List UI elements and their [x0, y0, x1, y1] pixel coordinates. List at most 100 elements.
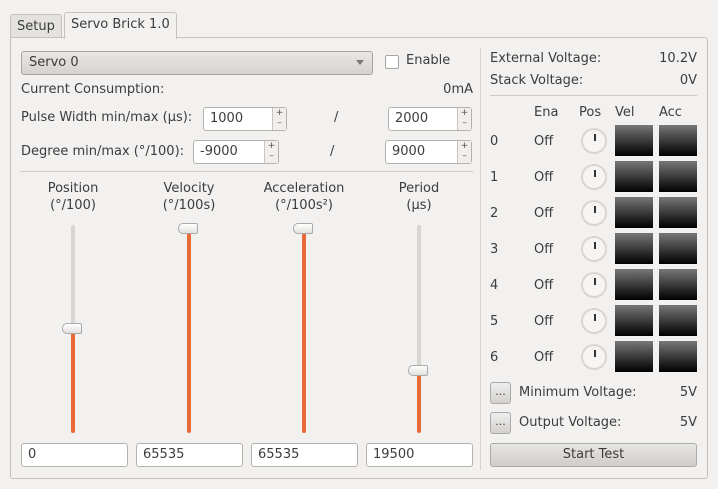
velocity-indicator: [615, 341, 653, 372]
value: 2000: [395, 111, 429, 126]
separator: /: [334, 110, 339, 125]
vertical-slider[interactable]: [178, 223, 198, 433]
chevron-down-icon: [356, 60, 364, 65]
degree-max-spinbox[interactable]: 9000 + –: [385, 140, 472, 164]
plus-icon[interactable]: +: [458, 108, 471, 118]
servo-enabled-status: Off: [534, 242, 554, 257]
slider-fill: [302, 229, 306, 433]
acceleration-indicator: [659, 269, 697, 300]
output-voltage-value: 5V: [679, 415, 697, 430]
slider-title: Position: [47, 181, 99, 196]
output-voltage-button[interactable]: ...: [490, 412, 511, 434]
pulse-label: Pulse Width min/max (µs):: [21, 110, 193, 125]
slider-fill: [187, 229, 191, 433]
slider-unit: (°/100s): [162, 198, 216, 213]
divider: [20, 171, 473, 172]
servo-index: 1: [490, 170, 499, 185]
spin-buttons[interactable]: + –: [457, 141, 471, 163]
plus-icon[interactable]: +: [265, 141, 278, 151]
slider-title: Acceleration: [263, 181, 345, 196]
position-dial-icon: [581, 164, 607, 190]
slider-value-input[interactable]: 0: [21, 443, 128, 467]
slider-fill: [417, 371, 421, 433]
min-voltage-value: 5V: [679, 385, 697, 400]
vertical-divider: [480, 48, 481, 470]
value: 1000: [210, 111, 244, 126]
degree-min-spinbox[interactable]: -9000 + –: [193, 140, 279, 164]
current-label: Current Consumption:: [21, 82, 165, 97]
value: 9000: [392, 144, 426, 159]
plus-icon[interactable]: +: [458, 141, 471, 151]
position-dial-icon: [581, 308, 607, 334]
tab-setup[interactable]: Setup: [10, 14, 62, 38]
output-voltage-label: Output Voltage:: [519, 415, 622, 430]
slider-handle[interactable]: [408, 365, 428, 376]
servo-select[interactable]: Servo 0: [21, 51, 373, 75]
slider-unit: (°/100): [50, 198, 96, 213]
velocity-indicator: [615, 233, 653, 264]
minus-icon[interactable]: –: [458, 118, 471, 128]
slider-value-input[interactable]: 65535: [136, 443, 243, 467]
external-voltage-value: 10.2V: [659, 51, 697, 66]
value: 65535: [258, 447, 300, 462]
divider: [490, 95, 697, 96]
slider-value-input[interactable]: 19500: [366, 443, 473, 467]
separator: /: [330, 144, 335, 159]
slider-handle[interactable]: [293, 223, 313, 234]
acceleration-indicator: [659, 341, 697, 372]
header-ena: Ena: [534, 105, 559, 120]
pulse-min-spinbox[interactable]: 1000 + –: [203, 107, 287, 131]
stack-voltage-label: Stack Voltage:: [490, 73, 584, 88]
spin-buttons[interactable]: + –: [457, 108, 471, 130]
value: -9000: [200, 144, 238, 159]
external-voltage-label: External Voltage:: [490, 51, 602, 66]
slider-unit: (µs): [406, 198, 432, 213]
value: 0: [28, 447, 37, 462]
position-dial-icon: [581, 272, 607, 298]
servo-index: 0: [490, 134, 499, 149]
header-vel: Vel: [615, 105, 635, 120]
minus-icon[interactable]: –: [458, 151, 471, 161]
spin-buttons[interactable]: + –: [272, 108, 286, 130]
acceleration-indicator: [659, 161, 697, 192]
acceleration-indicator: [659, 233, 697, 264]
acceleration-indicator: [659, 125, 697, 156]
servo-enabled-status: Off: [534, 206, 554, 221]
position-dial-icon: [581, 344, 607, 370]
servo-enabled-status: Off: [534, 134, 554, 149]
acceleration-indicator: [659, 305, 697, 336]
plus-icon[interactable]: +: [273, 108, 286, 118]
position-dial-icon: [581, 236, 607, 262]
slider-handle[interactable]: [178, 223, 198, 234]
tab-servo-brick[interactable]: Servo Brick 1.0: [64, 12, 177, 39]
start-test-button[interactable]: Start Test: [490, 443, 697, 467]
servo-enabled-status: Off: [534, 314, 554, 329]
slider-fill: [71, 329, 75, 433]
slider-title: Velocity: [163, 181, 215, 196]
acceleration-indicator: [659, 197, 697, 228]
slider-handle[interactable]: [62, 323, 82, 334]
servo-enabled-status: Off: [534, 350, 554, 365]
degree-label: Degree min/max (°/100):: [21, 144, 185, 159]
position-dial-icon: [581, 128, 607, 154]
spin-buttons[interactable]: + –: [264, 141, 278, 163]
minus-icon[interactable]: –: [273, 118, 286, 128]
servo-index: 2: [490, 206, 499, 221]
current-value: 0mA: [443, 82, 473, 97]
slider-value-input[interactable]: 65535: [251, 443, 358, 467]
servo-select-value: Servo 0: [29, 55, 79, 70]
pulse-max-spinbox[interactable]: 2000 + –: [388, 107, 472, 131]
servo-index: 6: [490, 350, 499, 365]
vertical-slider[interactable]: [62, 225, 82, 433]
header-pos: Pos: [579, 105, 602, 120]
velocity-indicator: [615, 125, 653, 156]
min-voltage-label: Minimum Voltage:: [519, 385, 637, 400]
value: 19500: [373, 447, 415, 462]
vertical-slider[interactable]: [408, 225, 428, 433]
servo-index: 5: [490, 314, 499, 329]
vertical-slider[interactable]: [293, 223, 313, 433]
min-voltage-button[interactable]: ...: [490, 382, 511, 404]
value: 65535: [143, 447, 185, 462]
minus-icon[interactable]: –: [265, 151, 278, 161]
enable-checkbox[interactable]: [385, 55, 399, 69]
